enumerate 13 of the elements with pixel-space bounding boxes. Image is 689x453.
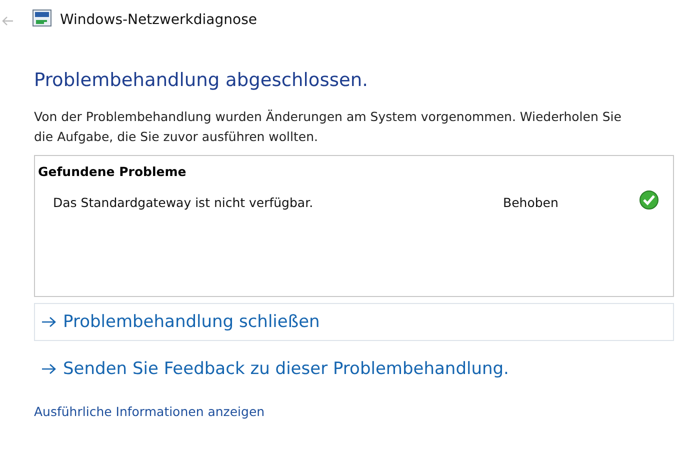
arrow-icon — [41, 316, 57, 328]
problem-name: Das Standardgateway ist nicht verfügbar. — [53, 194, 314, 210]
network-icon — [32, 9, 52, 27]
panel-title: Gefundene Probleme — [38, 164, 186, 179]
heading: Problembehandlung abgeschlossen. — [34, 70, 369, 91]
message-text: Von der Problembehandlung wurden Änderungen am System vorgenommen. Wiederholen Sie die Aufgabe, die Sie zuvor ausführen wollten. — [34, 108, 622, 146]
command-link[interactable]: Problembehandlung schließen — [34, 303, 674, 341]
problem-status: Behoben — [503, 194, 560, 210]
command-link[interactable]: Senden Sie Feedback zu dieser Problembehandlung. — [34, 350, 674, 388]
back-arrow-icon[interactable] — [2, 16, 14, 26]
window-title: Windows-Netzwerkdiagnose — [60, 12, 257, 28]
details-link[interactable]: Ausführliche Informationen anzeigen — [34, 404, 265, 419]
arrow-icon — [41, 363, 57, 375]
